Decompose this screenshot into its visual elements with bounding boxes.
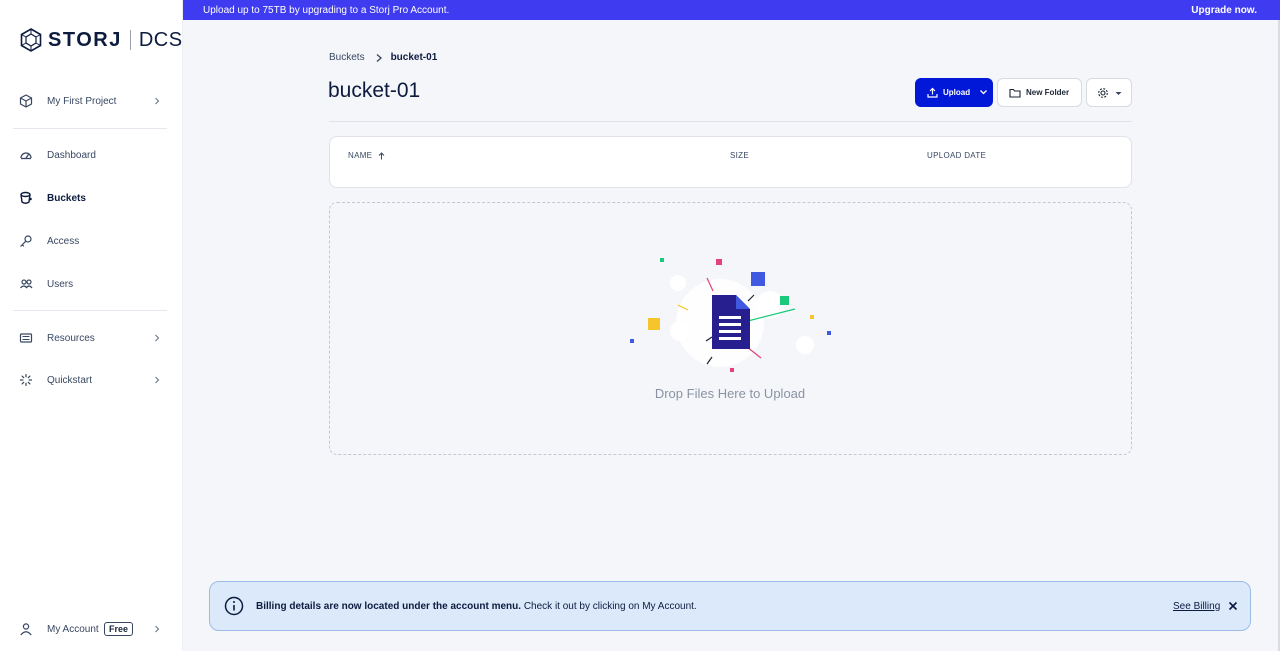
arrow-up-icon (378, 151, 385, 159)
sidebar-item-resources[interactable]: Resources (0, 321, 183, 355)
key-icon (20, 235, 32, 247)
sidebar-item-label: Buckets (47, 192, 86, 204)
chevron-right-icon (155, 97, 160, 105)
sidebar-item-label: Dashboard (47, 149, 96, 161)
column-header-size[interactable]: SIZE (730, 151, 749, 160)
close-icon[interactable] (1228, 601, 1238, 611)
upload-icon (927, 87, 938, 98)
see-billing-link[interactable]: See Billing (1173, 601, 1220, 612)
sidebar-item-buckets[interactable]: Buckets (0, 181, 183, 215)
dropzone-text: Drop Files Here to Upload (654, 386, 806, 401)
notification-text: Check it out by clicking on My Account. (521, 600, 697, 612)
file-dropzone[interactable]: Drop Files Here to Upload (329, 202, 1132, 455)
sidebar-item-access[interactable]: Access (0, 224, 183, 258)
user-icon (20, 623, 32, 636)
upload-illustration (630, 258, 831, 372)
notification-message: Billing details are now located under th… (256, 601, 697, 612)
sidebar-item-quickstart[interactable]: Quickstart (0, 363, 183, 397)
project-name: My First Project (47, 95, 117, 107)
sidebar-divider (13, 128, 167, 129)
upgrade-banner: Upload up to 75TB by upgrading to a Stor… (183, 0, 1280, 20)
column-header-label: NAME (348, 151, 373, 160)
resources-icon (19, 333, 33, 343)
banner-text: Upload up to 75TB by upgrading to a Stor… (203, 4, 450, 16)
upgrade-now-link[interactable]: Upgrade now. (1191, 5, 1257, 16)
sidebar-item-label: Quickstart (47, 374, 93, 386)
info-icon (224, 596, 244, 616)
storj-logo-icon (20, 28, 42, 52)
upload-label: Upload (943, 88, 971, 97)
sidebar: STORJ DCS My First Project Dashboard Buc… (0, 0, 183, 651)
app-root: STORJ DCS My First Project Dashboard Buc… (0, 0, 1280, 651)
storj-logo[interactable]: STORJ DCS (20, 27, 183, 53)
chevron-right-icon (155, 376, 160, 384)
folder-icon (1009, 88, 1021, 98)
bucket-icon (20, 191, 32, 204)
breadcrumb: Buckets bucket-01 (329, 52, 437, 63)
users-icon (20, 279, 33, 289)
caret-down-icon (1115, 92, 1122, 95)
billing-notification: Billing details are now located under th… (209, 581, 1251, 631)
breadcrumb-current: bucket-01 (390, 52, 438, 63)
sidebar-item-label: Users (47, 278, 74, 290)
logo-separator (129, 30, 131, 50)
dashboard-icon (20, 152, 32, 160)
file-table: NAME SIZE UPLOAD DATE (329, 136, 1132, 188)
title-divider (329, 121, 1132, 122)
project-selector[interactable]: My First Project (0, 84, 183, 118)
column-header-upload-date[interactable]: UPLOAD DATE (927, 151, 986, 160)
logo-product: DCS (138, 28, 183, 51)
new-folder-label: New Folder (1026, 88, 1070, 97)
plan-badge: Free (104, 622, 134, 636)
chevron-right-icon (376, 53, 382, 62)
sidebar-item-label: Access (47, 235, 80, 247)
logo-brand: STORJ (48, 28, 122, 51)
spinner-icon (19, 373, 33, 387)
upload-button[interactable]: Upload (915, 78, 993, 107)
sidebar-item-account[interactable]: My Account Free (0, 612, 183, 646)
page-title: bucket-01 (328, 79, 421, 102)
gear-icon (1098, 88, 1108, 98)
column-header-name[interactable]: NAME (348, 151, 385, 160)
chevron-down-icon[interactable] (979, 89, 988, 96)
notification-bold: Billing details are now located under th… (256, 600, 522, 612)
new-folder-button[interactable]: New Folder (997, 78, 1082, 107)
sidebar-item-label: My Account (47, 623, 99, 635)
chevron-right-icon (155, 334, 160, 342)
breadcrumb-buckets[interactable]: Buckets (329, 52, 365, 63)
chevron-right-icon (155, 625, 160, 633)
sidebar-item-label: Resources (47, 332, 95, 344)
cube-icon (19, 94, 33, 108)
bucket-settings-button[interactable] (1086, 78, 1132, 107)
sidebar-item-dashboard[interactable]: Dashboard (0, 138, 183, 172)
sidebar-divider (13, 310, 167, 311)
sidebar-item-users[interactable]: Users (0, 267, 183, 301)
